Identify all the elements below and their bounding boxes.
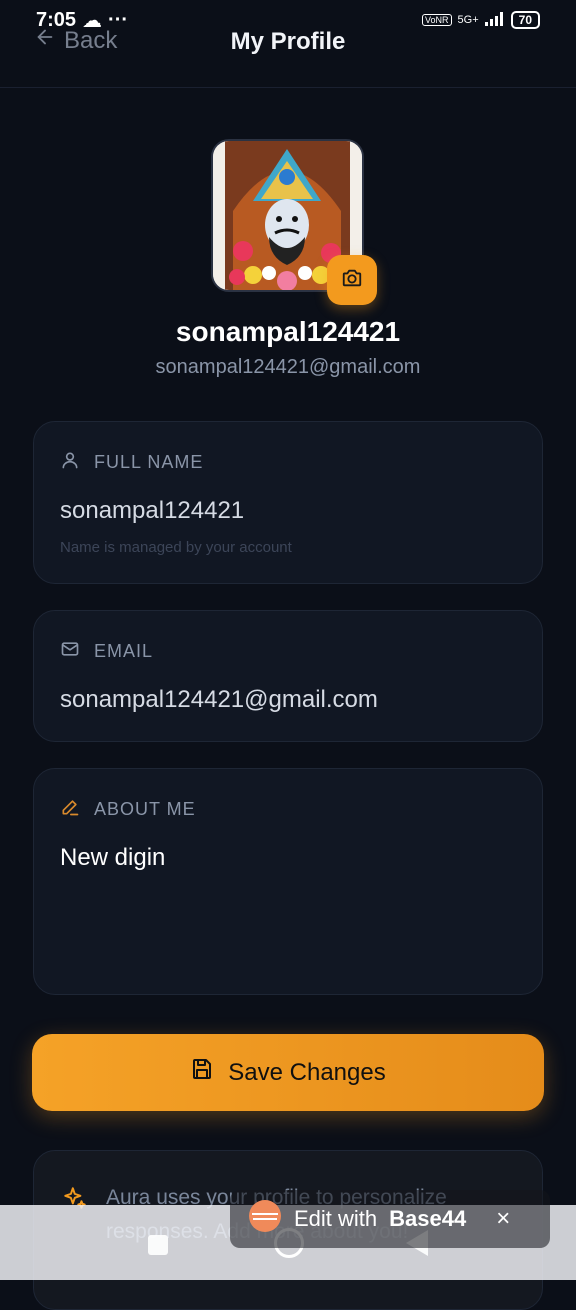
email-label: EMAIL [94, 641, 154, 661]
save-changes-button[interactable]: Save Changes [32, 1034, 544, 1111]
change-photo-button[interactable] [327, 255, 377, 305]
full-name-value: sonampal124421 [60, 497, 245, 524]
full-name-label-row: FULL NAME [60, 450, 516, 475]
signal-icon [484, 11, 505, 29]
save-icon [190, 1057, 214, 1088]
cloud-icon: ☁ [82, 9, 103, 32]
about-me-textarea[interactable]: New digin [60, 844, 516, 872]
battery-indicator: 70 [510, 11, 540, 29]
user-icon [60, 450, 80, 475]
volte-icon: VoNR [422, 14, 452, 26]
profile-email: sonampal124421@gmail.com [155, 356, 421, 378]
more-dots-icon: ··· [108, 8, 129, 31]
status-left: 7:05 ☁ ··· [36, 8, 128, 33]
mail-icon [60, 639, 80, 664]
email-label-row: EMAIL [60, 639, 516, 664]
base44-logo-icon [248, 1199, 282, 1239]
save-changes-label: Save Changes [228, 1058, 386, 1086]
full-name-card: FULL NAME sonampal124421 Name is managed… [33, 421, 543, 584]
pencil-icon [60, 797, 80, 822]
email-card: EMAIL sonampal124421@gmail.com [33, 610, 543, 742]
base44-brand: Base44 [389, 1206, 467, 1231]
about-me-card: ABOUT ME New digin [33, 768, 543, 995]
full-name-hint: Name is managed by your account [60, 539, 292, 556]
edit-with-base44-banner[interactable]: Edit with Base44 × [230, 1190, 550, 1248]
avatar-container [211, 139, 377, 305]
full-name-label: FULL NAME [94, 452, 204, 472]
email-value: sonampal124421@gmail.com [60, 686, 378, 713]
edit-with-label: Edit with [294, 1206, 378, 1231]
profile-username: sonampal124421 [175, 316, 401, 347]
about-label: ABOUT ME [94, 799, 196, 819]
status-right: VoNR 5G+ 70 [422, 11, 540, 29]
network-type: 5G+ [457, 14, 479, 26]
camera-icon [341, 267, 363, 294]
recent-apps-button[interactable] [148, 1235, 168, 1255]
about-label-row: ABOUT ME [60, 797, 516, 822]
status-bar: 7:05 ☁ ··· VoNR 5G+ 70 [0, 0, 576, 40]
status-time: 7:05 [36, 8, 77, 31]
close-banner-button[interactable]: × [496, 1205, 510, 1233]
